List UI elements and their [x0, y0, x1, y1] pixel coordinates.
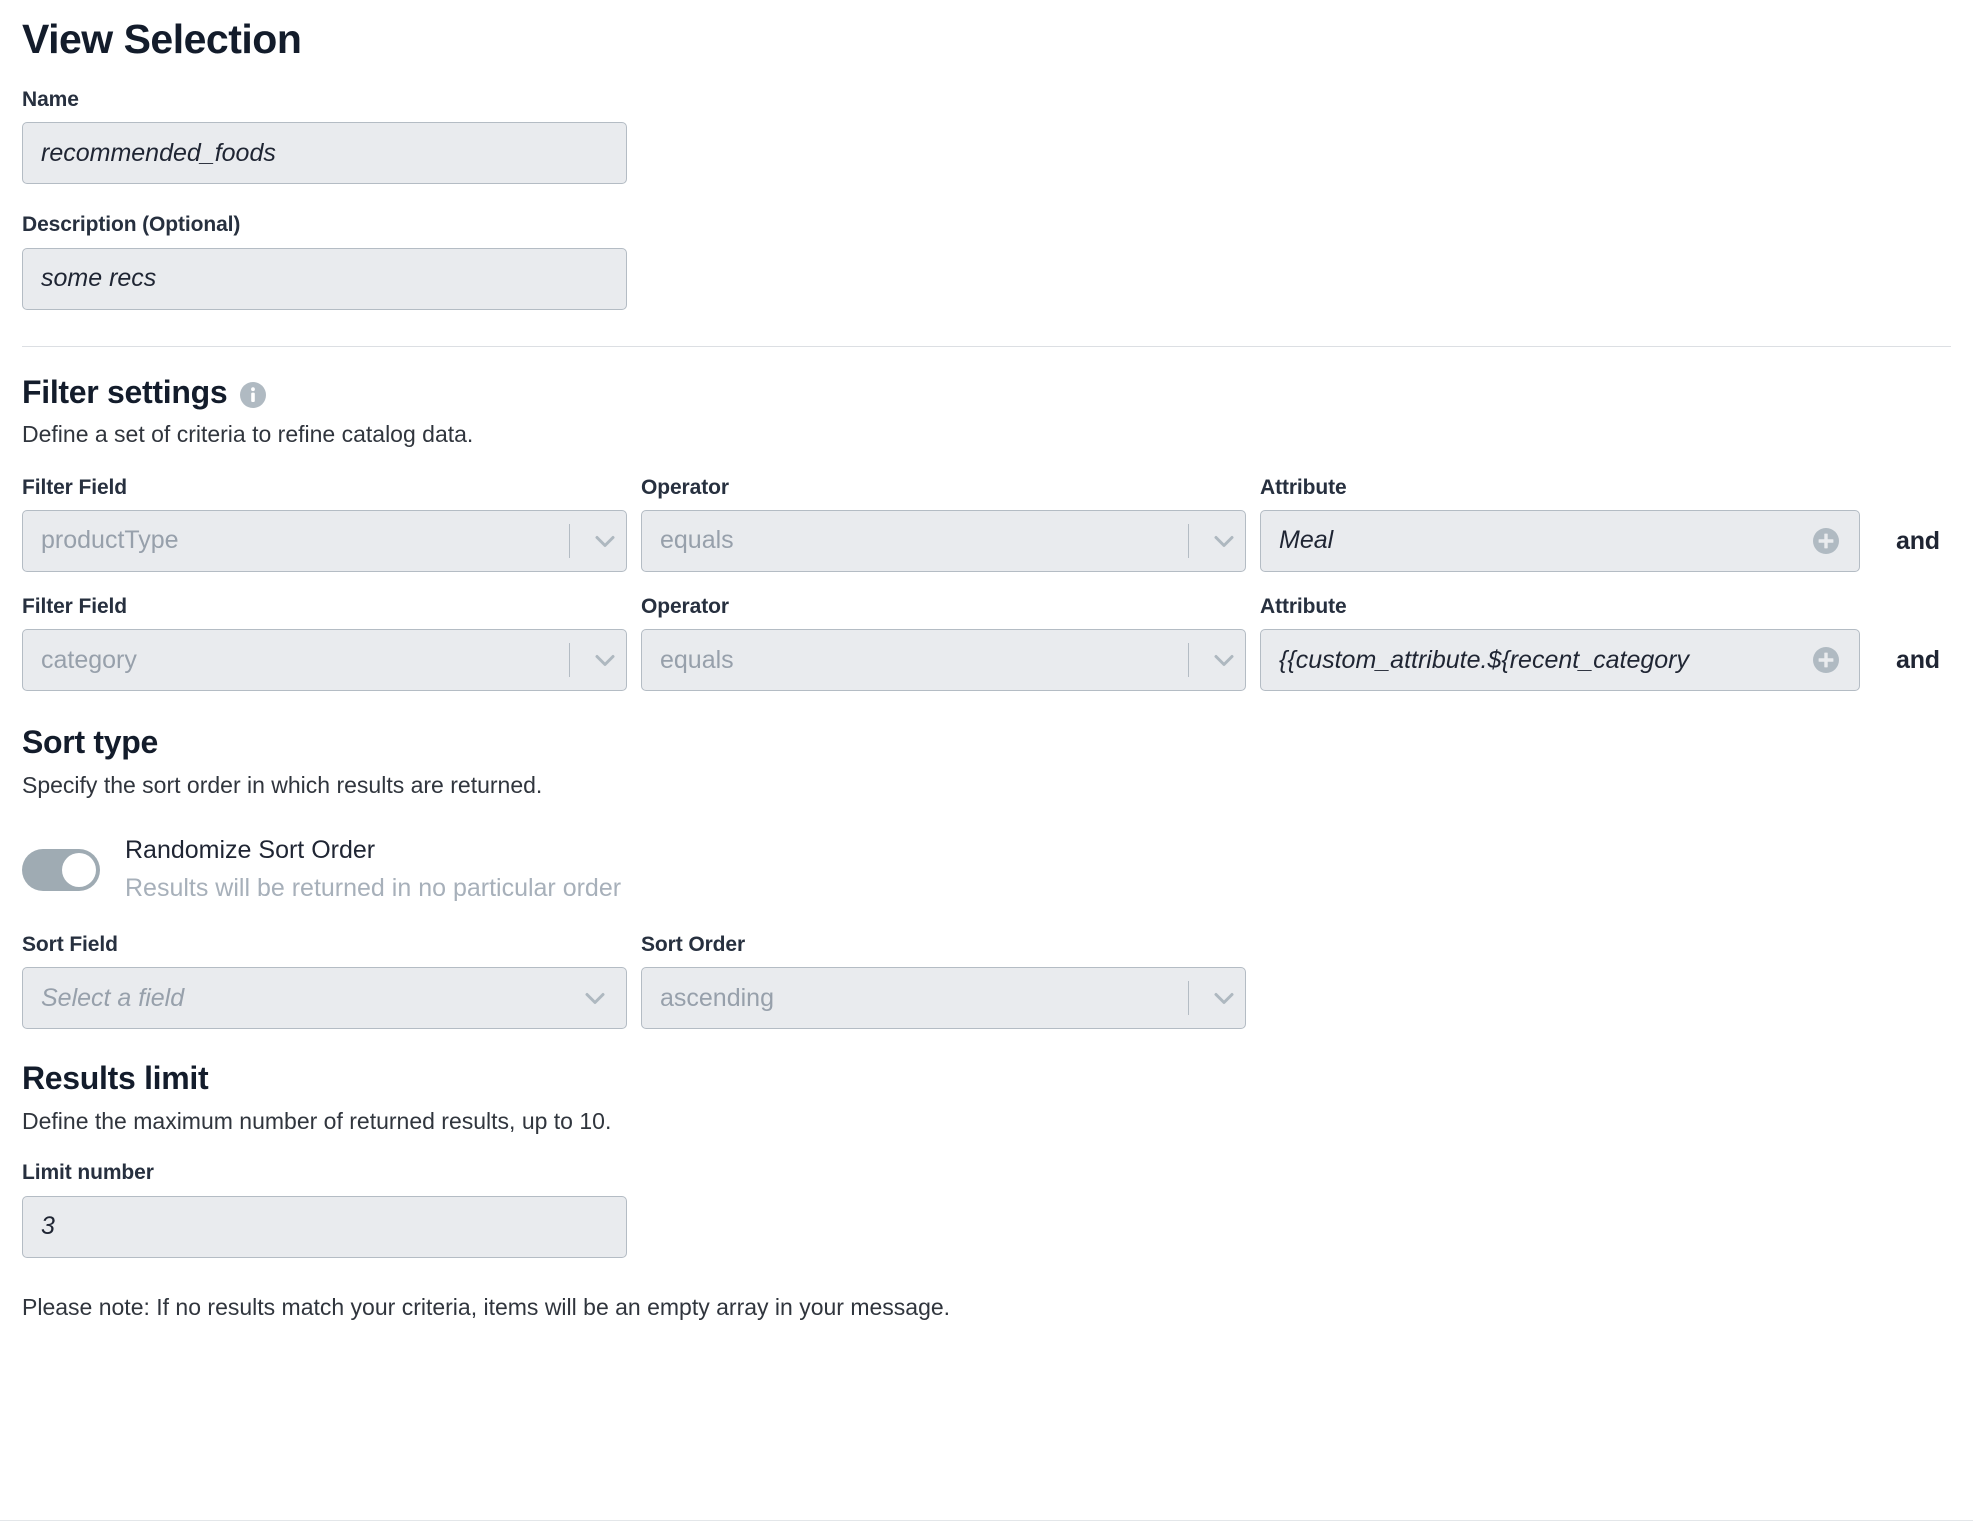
chevron-down-icon[interactable]	[1207, 524, 1241, 558]
filter-field-label-2: Filter Field	[22, 594, 627, 619]
sort-type-title: Sort type	[22, 723, 1951, 761]
sort-field-select[interactable]: Select a field	[22, 967, 627, 1029]
chevron-down-icon[interactable]	[1207, 981, 1241, 1015]
attribute-value-2: {{custom_attribute.${recent_category	[1279, 646, 1799, 675]
limit-number-label: Limit number	[22, 1160, 1951, 1185]
chevron-down-icon[interactable]	[588, 643, 622, 677]
operator-select-2[interactable]: equals	[641, 629, 1246, 691]
operator-value-1: equals	[660, 526, 1188, 555]
name-input-value: recommended_foods	[41, 139, 276, 168]
name-field-group: Name recommended_foods	[22, 87, 1951, 184]
description-field-group: Description (Optional) some recs	[22, 212, 1951, 309]
sort-field-label: Sort Field	[22, 932, 627, 957]
filter-field-select-2[interactable]: category	[22, 629, 627, 691]
select-divider	[1188, 981, 1189, 1015]
conjunction-label-1: and	[1896, 527, 1940, 572]
select-divider	[1188, 524, 1189, 558]
randomize-sort-order-toggle[interactable]	[22, 849, 100, 891]
operator-group-1: Operator equals	[641, 475, 1246, 572]
operator-value-2: equals	[660, 646, 1188, 675]
section-divider-1	[22, 346, 1951, 347]
select-divider	[569, 643, 570, 677]
filter-settings-description: Define a set of criteria to refine catal…	[22, 420, 1951, 450]
sort-field-group: Sort Field Select a field	[22, 932, 627, 1029]
operator-label-1: Operator	[641, 475, 1246, 500]
footer-note: Please note: If no results match your cr…	[22, 1294, 1951, 1321]
sort-fields-row: Sort Field Select a field Sort Order asc…	[22, 932, 1951, 1029]
filter-settings-title: Filter settings	[22, 373, 227, 411]
randomize-sort-order-row: Randomize Sort Order Results will be ret…	[22, 835, 1951, 904]
sort-order-select[interactable]: ascending	[641, 967, 1246, 1029]
operator-group-2: Operator equals	[641, 594, 1246, 691]
sort-order-value: ascending	[660, 984, 1188, 1013]
limit-number-value: 3	[41, 1212, 55, 1241]
filter-settings-title-row: Filter settings	[22, 373, 1951, 411]
filter-field-label-1: Filter Field	[22, 475, 627, 500]
attribute-input-2[interactable]: {{custom_attribute.${recent_category	[1260, 629, 1860, 691]
chevron-down-icon[interactable]	[578, 981, 612, 1015]
filter-field-value-2: category	[41, 646, 569, 675]
select-divider	[1188, 643, 1189, 677]
description-input[interactable]: some recs	[22, 248, 627, 310]
filter-field-group-2: Filter Field category	[22, 594, 627, 691]
name-label: Name	[22, 87, 1951, 112]
toggle-text-group: Randomize Sort Order Results will be ret…	[125, 835, 621, 904]
filter-field-select-1[interactable]: productType	[22, 510, 627, 572]
filter-row: Filter Field category Operator equals	[22, 594, 1951, 691]
description-label: Description (Optional)	[22, 212, 1951, 237]
info-icon[interactable]	[239, 381, 267, 409]
sort-order-group: Sort Order ascending	[641, 932, 1246, 1029]
plus-circle-icon[interactable]	[1811, 645, 1841, 675]
select-divider	[569, 524, 570, 558]
sort-order-label: Sort Order	[641, 932, 1246, 957]
filter-field-group-1: Filter Field productType	[22, 475, 627, 572]
operator-label-2: Operator	[641, 594, 1246, 619]
randomize-sort-order-sublabel: Results will be returned in no particula…	[125, 873, 621, 904]
filter-field-value-1: productType	[41, 526, 569, 555]
results-limit-title: Results limit	[22, 1059, 1951, 1097]
chevron-down-icon[interactable]	[1207, 643, 1241, 677]
sort-type-section: Sort type Specify the sort order in whic…	[22, 723, 1951, 1029]
limit-number-input[interactable]: 3	[22, 1196, 627, 1258]
toggle-knob	[62, 853, 96, 887]
sort-type-description: Specify the sort order in which results …	[22, 771, 1951, 801]
randomize-sort-order-label: Randomize Sort Order	[125, 835, 621, 866]
attribute-label-2: Attribute	[1260, 594, 1860, 619]
sort-field-value: Select a field	[41, 984, 578, 1013]
filter-row: Filter Field productType Operator equals	[22, 475, 1951, 572]
attribute-label-1: Attribute	[1260, 475, 1860, 500]
attribute-input-1[interactable]: Meal	[1260, 510, 1860, 572]
limit-number-group: Limit number 3	[22, 1160, 1951, 1257]
view-selection-page: View Selection Name recommended_foods De…	[0, 0, 1973, 1521]
results-limit-description: Define the maximum number of returned re…	[22, 1107, 1951, 1137]
description-input-value: some recs	[41, 264, 156, 293]
filter-settings-section: Filter settings Define a set of criteria…	[22, 373, 1951, 692]
name-input[interactable]: recommended_foods	[22, 122, 627, 184]
page-title: View Selection	[22, 0, 1951, 63]
operator-select-1[interactable]: equals	[641, 510, 1246, 572]
attribute-group-2: Attribute {{custom_attribute.${recent_ca…	[1260, 594, 1860, 691]
plus-circle-icon[interactable]	[1811, 526, 1841, 556]
attribute-group-1: Attribute Meal	[1260, 475, 1860, 572]
chevron-down-icon[interactable]	[588, 524, 622, 558]
attribute-value-1: Meal	[1279, 526, 1799, 555]
results-limit-section: Results limit Define the maximum number …	[22, 1059, 1951, 1257]
conjunction-label-2: and	[1896, 646, 1940, 691]
